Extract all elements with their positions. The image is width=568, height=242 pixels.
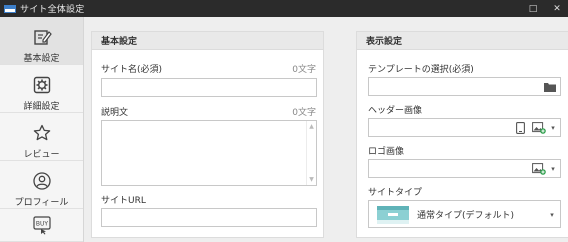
chevron-down-icon[interactable]: ▾ <box>549 122 557 134</box>
sidebar-item-advanced-settings[interactable]: 詳細設定 <box>0 65 83 113</box>
description-counter: 0文字 <box>292 108 316 118</box>
device-icon[interactable] <box>515 122 525 134</box>
sidebar-item-label: 基本設定 <box>23 54 60 64</box>
site-url-label: サイトURL <box>101 196 146 206</box>
sidebar-item-buy[interactable]: BUY <box>0 209 83 242</box>
logo-image-label: ロゴ画像 <box>368 147 405 157</box>
template-thumbnail <box>377 206 409 224</box>
main-content: 基本設定 サイト名(必須) 0文字 説明文 0文字 ▲ ▼ サイトURL 表示設… <box>84 17 568 242</box>
basic-settings-panel: 基本設定 サイト名(必須) 0文字 説明文 0文字 ▲ ▼ サイトURL <box>91 31 324 238</box>
image-add-icon[interactable] <box>532 122 546 134</box>
app-icon <box>4 4 16 13</box>
site-name-input[interactable] <box>101 78 317 97</box>
buy-icon: BUY <box>32 216 51 235</box>
sidebar-item-review[interactable]: レビュー <box>0 113 83 161</box>
header-image-label: ヘッダー画像 <box>368 106 423 116</box>
basic-settings-header: 基本設定 <box>92 32 323 50</box>
scroll-down-icon[interactable]: ▼ <box>309 176 314 183</box>
sidebar-item-basic-settings[interactable]: 基本設定 <box>0 17 83 65</box>
description-textarea[interactable]: ▲ ▼ <box>101 120 317 186</box>
display-settings-panel: 表示設定 テンプレートの選択(必須) ヘッダー画像 ▾ ロゴ画像 ▾ サイトタイ… <box>356 31 568 238</box>
edit-icon <box>33 30 52 45</box>
person-icon <box>32 172 51 190</box>
description-label: 説明文 <box>101 108 129 118</box>
folder-icon[interactable] <box>544 81 556 93</box>
template-input[interactable] <box>368 77 561 96</box>
scroll-up-icon[interactable]: ▲ <box>309 123 314 130</box>
window-title: サイト全体設定 <box>20 5 85 15</box>
header-image-input[interactable]: ▾ <box>368 118 561 137</box>
site-name-label: サイト名(必須) <box>101 65 163 75</box>
site-type-value: 通常タイプ(デフォルト) <box>417 210 515 221</box>
image-add-icon[interactable] <box>532 163 546 175</box>
buy-icon-text: BUY <box>35 221 48 228</box>
site-type-select[interactable]: 通常タイプ(デフォルト) ▾ <box>368 200 561 228</box>
chevron-down-icon[interactable]: ▾ <box>549 163 557 175</box>
sidebar-item-profile[interactable]: プロフィール <box>0 161 83 209</box>
site-type-label: サイトタイプ <box>368 188 423 198</box>
site-name-counter: 0文字 <box>292 65 316 75</box>
template-label: テンプレートの選択(必須) <box>368 65 474 75</box>
maximize-button[interactable]: □ <box>522 0 544 17</box>
sidebar-item-label: レビュー <box>23 150 60 160</box>
display-settings-header: 表示設定 <box>357 32 568 50</box>
sidebar: 基本設定 詳細設定 レビュー プロフィール BUY <box>0 17 84 242</box>
sidebar-item-label: プロフィール <box>14 198 69 208</box>
logo-image-input[interactable]: ▾ <box>368 159 561 178</box>
star-icon <box>33 124 50 141</box>
site-url-input[interactable] <box>101 208 317 227</box>
title-bar: サイト全体設定 □ ✕ <box>0 0 568 17</box>
textarea-scrollbar[interactable]: ▲ ▼ <box>306 121 316 185</box>
chevron-down-icon[interactable]: ▾ <box>548 209 556 221</box>
sidebar-item-label: 詳細設定 <box>23 102 60 112</box>
gear-icon <box>33 76 50 94</box>
close-button[interactable]: ✕ <box>546 0 568 17</box>
